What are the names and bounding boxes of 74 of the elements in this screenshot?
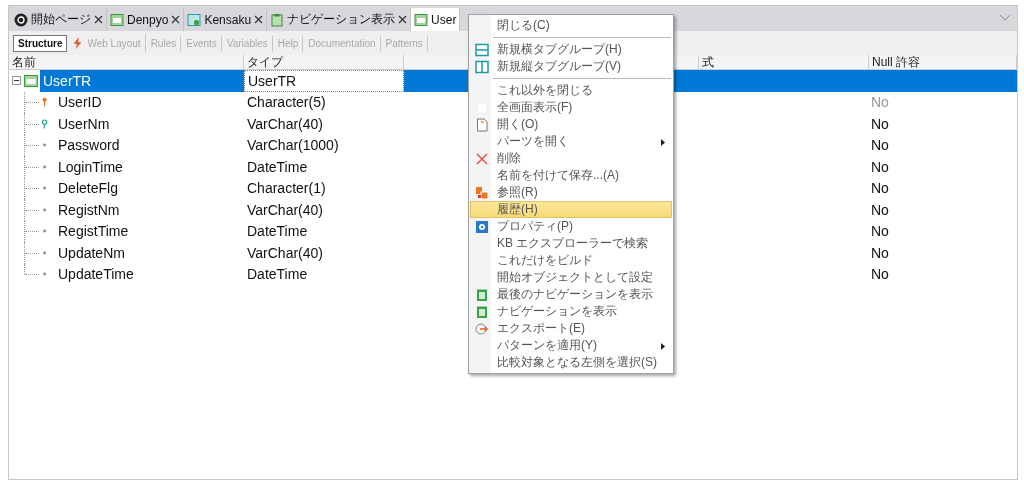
menu-item[interactable]: 名前を付けて保存...(A) [470,167,672,184]
table-cell-text: No [870,223,889,240]
menu-item[interactable]: これだけをビルド [470,252,672,269]
delete-icon [475,151,489,166]
table-cell-text: Character(5) [246,93,327,113]
horizontal-split-icon [475,42,489,57]
tree-item[interactable]: LoginTime [55,156,126,178]
tree-item[interactable]: UserNm [55,113,113,135]
tree-item[interactable]: UpdateNm [55,242,128,264]
menu-item[interactable]: KB エクスプローラーで検索 [470,235,672,252]
table-cell-text: VarChar(1000) [246,136,340,156]
close-icon[interactable] [398,15,408,24]
table-cell-text: DateTime [246,157,309,177]
table-cell-text: VarChar(40) [246,114,324,134]
table-cell-text: DateTime [246,265,309,285]
column-header[interactable]: 式 [699,55,869,70]
menu-item[interactable]: これ以外を閉じる [470,82,672,99]
menu-item[interactable]: 比較対象となる左側を選択(S) [470,354,672,371]
vertical-split-icon [475,59,489,74]
table-cell-text: No [870,201,889,218]
menu-item[interactable]: ナビゲーションを表示 [470,303,672,320]
menu-item[interactable]: 参照(R) [470,184,672,201]
collapse-icon[interactable] [12,76,21,86]
menu-item[interactable]: 最後のナビゲーションを表示 [470,286,672,303]
menu-item[interactable]: 閉じる(C) [470,17,672,34]
gear-icon [475,219,489,234]
menu-item[interactable]: エクスポート(E) [470,320,672,337]
table-cell-text: DateTime [246,222,309,242]
reference-icon [475,185,489,200]
close-icon[interactable] [171,15,181,24]
column-header[interactable]: Null 許容 [869,55,1017,70]
table-cell-text: No [870,180,889,197]
tree-item[interactable]: UserID [55,91,105,113]
logo-icon [14,12,28,27]
table-cell-text: VarChar(40) [246,200,324,220]
column-header[interactable]: 名前 [9,55,244,70]
tree-item[interactable]: RegistTime [55,220,132,242]
table-icon [414,12,429,27]
table-icon [23,73,38,88]
menu-item[interactable]: プロパティ(P) [470,218,672,235]
close-icon[interactable] [94,15,103,24]
menu-item[interactable]: 新規横タブグループ(H) [470,41,672,58]
table-cell-text: VarChar(40) [246,243,324,263]
table-cell-text: No [870,158,889,175]
table-icon [187,12,202,27]
table-cell-text: No [870,266,889,283]
table-cell-text: No [870,137,889,154]
tree-item[interactable]: Password [55,134,123,156]
tree-item[interactable]: RegistNm [55,199,123,221]
table-icon [110,12,124,27]
menu-item[interactable]: 全画面表示(F) [470,99,672,116]
tree-item[interactable]: UserTR [40,70,244,92]
tree-item[interactable]: DeleteFlg [55,177,121,199]
menu-item[interactable]: パーツを開く [470,133,672,150]
clipboard-icon [475,304,489,319]
column-header[interactable]: タイプ [244,55,404,70]
table-cell-text: No [870,244,889,261]
clipboard-icon [475,287,489,302]
table-cell-text: No [870,94,889,111]
menu-item[interactable]: 開く(O) [470,116,672,133]
export-icon [475,321,489,336]
table-cell-text: No [870,115,889,132]
toolbar-tab[interactable]: Structure [13,34,68,52]
close-icon[interactable] [254,15,264,24]
menu-item[interactable]: 開始オブジェクトとして設定 [470,269,672,286]
menu-item[interactable]: 新規縦タブグループ(V) [470,58,672,75]
table-cell-text: Character(1) [246,179,327,199]
tree-item[interactable]: UpdateTime [55,263,137,285]
menu-item[interactable]: 削除 [470,150,672,167]
menu-item[interactable]: パターンを適用(Y) [470,337,672,354]
document-icon [475,117,489,132]
document-tab[interactable]: User [411,8,461,31]
clipboard-icon [270,12,285,27]
menu-item[interactable]: 履歴(H) [470,201,672,218]
